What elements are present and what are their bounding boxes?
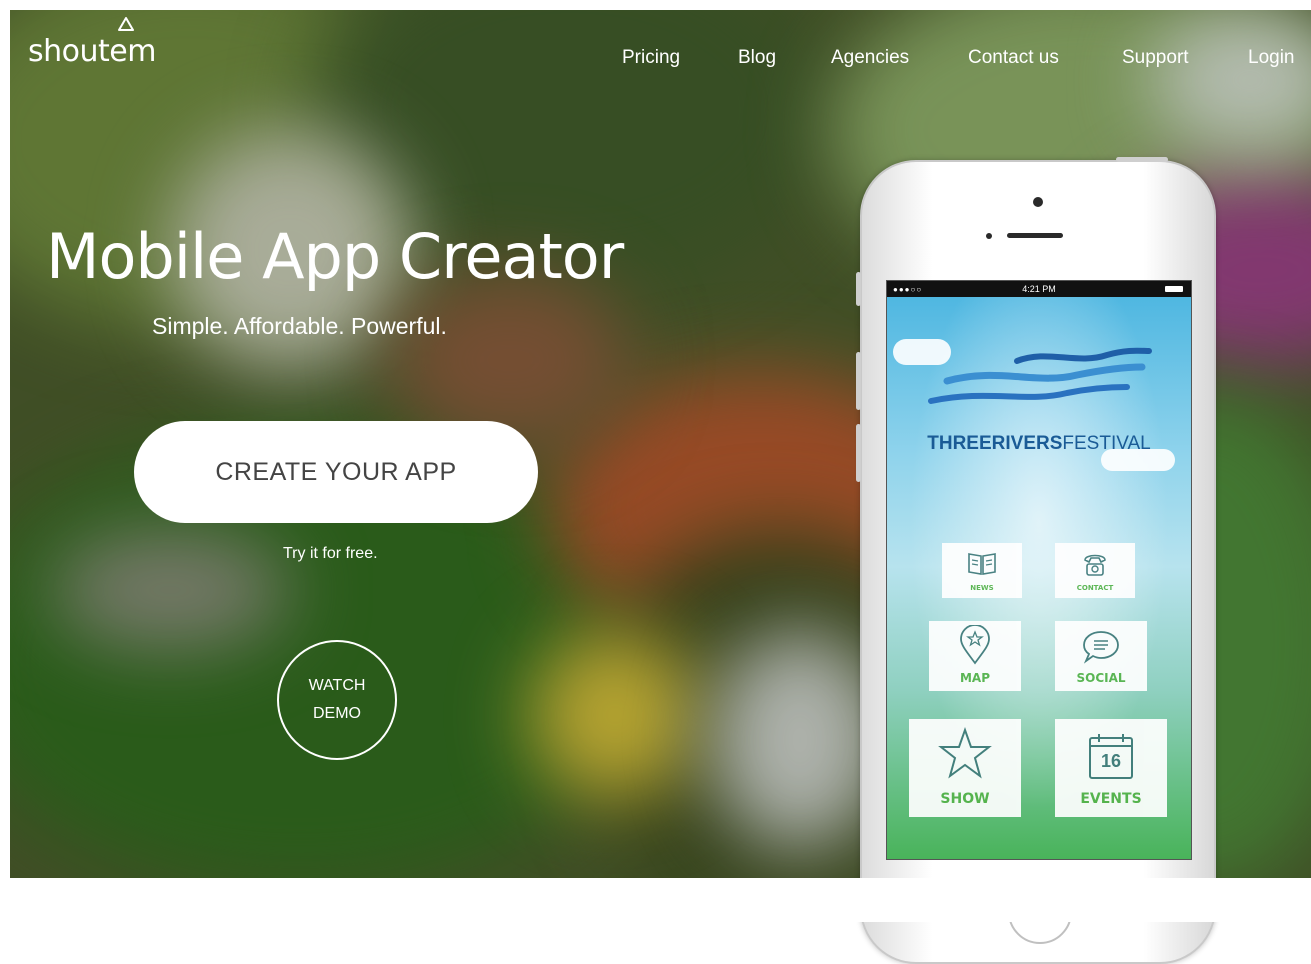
watch-demo-button[interactable]: WATCH DEMO — [277, 640, 397, 760]
nav-login[interactable]: Login — [1248, 47, 1295, 69]
chat-bubble-icon — [1083, 631, 1119, 664]
status-time: 4:21 PM — [1022, 284, 1056, 294]
watch-demo-line1: WATCH — [308, 677, 366, 694]
book-icon — [968, 553, 996, 575]
app-title-light: FESTIVAL — [1062, 433, 1151, 454]
tile-social-label: SOCIAL — [1076, 671, 1126, 685]
calendar-day: 16 — [1100, 751, 1122, 771]
phone-mockup: ●●●○○ 4:21 PM THREERIVERSFESTIVAL NEWS C… — [856, 157, 1216, 964]
tile-map[interactable]: MAP — [929, 621, 1021, 691]
tile-news-label: NEWS — [970, 584, 994, 592]
tile-contact[interactable]: CONTACT — [1055, 543, 1135, 598]
phone-power-button — [1116, 157, 1168, 162]
star-icon — [938, 727, 992, 779]
nav-agencies[interactable]: Agencies — [831, 47, 909, 69]
battery-icon — [1165, 286, 1183, 292]
phone-mute-switch — [856, 272, 861, 306]
tile-news[interactable]: NEWS — [942, 543, 1022, 598]
map-pin-star-icon — [960, 625, 990, 665]
try-free-text: Try it for free. — [283, 545, 378, 562]
phone-speaker — [1007, 233, 1063, 238]
create-your-app-button[interactable]: CREATE YOUR APP — [134, 421, 538, 523]
app-title: THREERIVERSFESTIVAL — [887, 433, 1191, 455]
calendar-icon: 16 — [1087, 731, 1135, 781]
page-bottom-band — [0, 878, 1311, 922]
phone-status-bar: ●●●○○ 4:21 PM — [887, 281, 1191, 297]
watch-demo-line2: DEMO — [313, 705, 361, 722]
phone-screen: ●●●○○ 4:21 PM THREERIVERSFESTIVAL NEWS C… — [886, 280, 1192, 860]
phone-camera — [1033, 197, 1043, 207]
tile-contact-label: CONTACT — [1076, 584, 1114, 592]
nav-support[interactable]: Support — [1122, 47, 1189, 69]
nav-blog[interactable]: Blog — [738, 47, 776, 69]
tile-map-label: MAP — [959, 671, 991, 685]
tile-events[interactable]: 16 EVENTS — [1055, 719, 1167, 817]
river-waves-icon — [928, 347, 1152, 404]
tile-show-label: SHOW — [940, 791, 990, 807]
app-title-bold: THREERIVERS — [927, 433, 1063, 454]
phone-volume-down — [856, 424, 861, 482]
tile-social[interactable]: SOCIAL — [1055, 621, 1147, 691]
nav-pricing[interactable]: Pricing — [622, 47, 680, 69]
tile-show[interactable]: SHOW — [909, 719, 1021, 817]
logo-triangle-icon — [118, 17, 134, 31]
nav-contact-us[interactable]: Contact us — [968, 47, 1059, 69]
logo-text: shoutem — [28, 34, 156, 69]
tile-events-label: EVENTS — [1080, 791, 1142, 807]
phone-sensor — [986, 233, 992, 239]
telephone-icon — [1084, 554, 1106, 576]
phone-volume-up — [856, 352, 861, 410]
page-title: Mobile App Creator — [46, 220, 624, 293]
signal-icon: ●●●○○ — [893, 285, 923, 294]
tagline: Simple. Affordable. Powerful. — [152, 313, 447, 339]
